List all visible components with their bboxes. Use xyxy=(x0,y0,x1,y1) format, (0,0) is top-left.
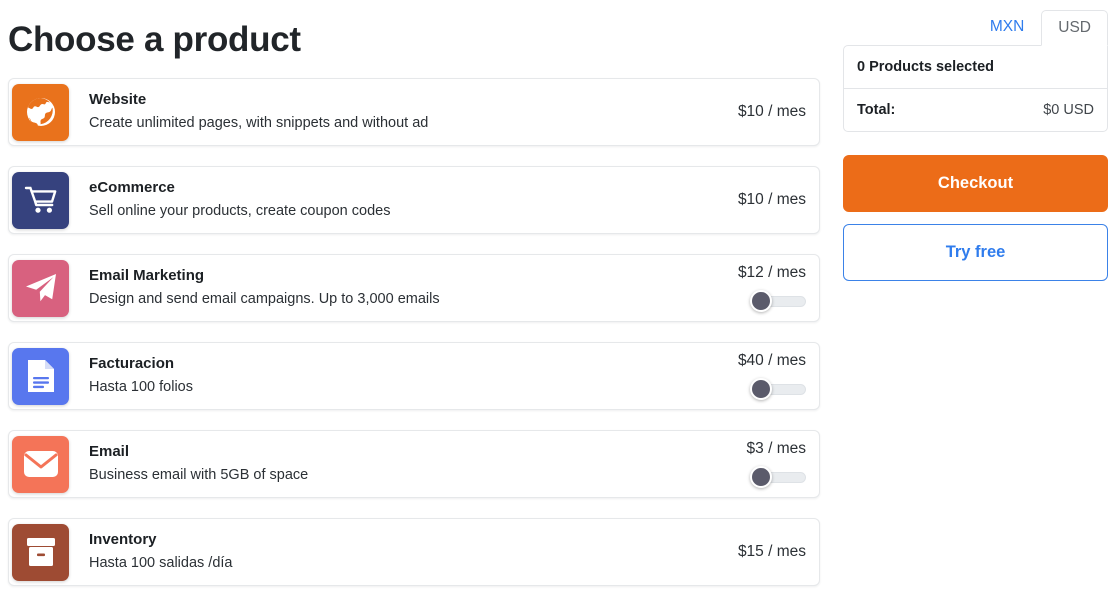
product-price-area: $10 / mes xyxy=(709,103,819,120)
total-label: Total: xyxy=(857,102,896,118)
product-price: $10 / mes xyxy=(737,103,806,121)
products-selected-row: 0 Products selected xyxy=(844,46,1107,88)
toggle-knob xyxy=(750,466,772,489)
page-title: Choose a product xyxy=(8,20,301,59)
product-card[interactable]: eCommerce Sell online your products, crea… xyxy=(8,166,820,234)
product-name: Website xyxy=(89,91,147,109)
total-row: Total: $0 USD xyxy=(844,88,1107,131)
product-price: $15 / mes xyxy=(737,543,806,561)
product-toggle[interactable] xyxy=(750,378,806,401)
product-list-column: Choose a product Website Create unlimited… xyxy=(0,0,828,596)
product-description: Hasta 100 salidas /día xyxy=(89,555,233,572)
product-text: Inventory Hasta 100 salidas /día xyxy=(69,531,709,573)
product-text: Website Create unlimited pages, with snip… xyxy=(69,91,709,133)
product-description: Business email with 5GB of space xyxy=(89,467,309,484)
product-card[interactable]: Email Marketing Design and send email cam… xyxy=(8,254,820,322)
product-price-area: $3 / mes xyxy=(709,439,819,489)
product-text: Email Business email with 5GB of space xyxy=(69,443,709,485)
product-card[interactable]: Email Business email with 5GB of space $3 … xyxy=(8,430,820,498)
product-name: Inventory xyxy=(89,531,157,549)
product-price-area: $40 / mes xyxy=(709,351,819,401)
toggle-knob xyxy=(750,290,772,313)
product-name: Email xyxy=(89,443,130,461)
product-name: Email Marketing xyxy=(89,267,205,285)
product-card[interactable]: Website Create unlimited pages, with snip… xyxy=(8,78,820,146)
globe-icon xyxy=(12,83,69,141)
shopping-cart-icon xyxy=(12,171,69,229)
product-card[interactable]: Facturacion Hasta 100 folios $40 / mes xyxy=(8,342,820,410)
currency-tab-usd[interactable]: USD xyxy=(1041,9,1108,46)
product-name: Facturacion xyxy=(89,355,175,373)
product-description: Hasta 100 folios xyxy=(89,379,193,396)
product-list: Website Create unlimited pages, with snip… xyxy=(8,78,820,586)
product-text: Facturacion Hasta 100 folios xyxy=(69,355,709,397)
order-summary-column: MXN USD 0 Products selected Total: $0 USD… xyxy=(843,0,1108,596)
product-price: $3 / mes xyxy=(746,439,806,457)
product-price-area: $12 / mes xyxy=(709,263,819,313)
product-description: Create unlimited pages, with snippets an… xyxy=(89,115,429,132)
toggle-knob xyxy=(750,378,772,401)
product-description: Sell online your products, create coupon… xyxy=(89,203,391,220)
product-price: $40 / mes xyxy=(737,351,806,369)
document-icon xyxy=(12,347,69,405)
product-name: eCommerce xyxy=(89,179,175,197)
product-price-area: $15 / mes xyxy=(709,543,819,560)
product-text: eCommerce Sell online your products, crea… xyxy=(69,179,709,221)
product-selection-page: Choose a product Website Create unlimited… xyxy=(0,0,1108,596)
product-toggle[interactable] xyxy=(750,466,806,489)
currency-tab-mxn[interactable]: MXN xyxy=(973,9,1041,46)
currency-tab-group: MXN USD xyxy=(843,0,1108,46)
order-summary-panel: 0 Products selected Total: $0 USD xyxy=(843,45,1108,132)
checkout-button[interactable]: Checkout xyxy=(843,155,1108,212)
product-toggle[interactable] xyxy=(750,290,806,313)
product-card[interactable]: Inventory Hasta 100 salidas /día $15 / mes xyxy=(8,518,820,586)
box-icon xyxy=(12,523,69,581)
product-price-area: $10 / mes xyxy=(709,191,819,208)
product-text: Email Marketing Design and send email cam… xyxy=(69,267,709,309)
product-price: $12 / mes xyxy=(737,263,806,281)
product-price: $10 / mes xyxy=(737,191,806,209)
products-selected-label: 0 Products selected xyxy=(857,59,994,75)
total-value: $0 USD xyxy=(1043,102,1094,118)
paper-plane-icon xyxy=(12,259,69,317)
envelope-icon xyxy=(12,435,69,493)
product-description: Design and send email campaigns. Up to 3… xyxy=(89,291,440,308)
try-free-button[interactable]: Try free xyxy=(843,224,1108,281)
